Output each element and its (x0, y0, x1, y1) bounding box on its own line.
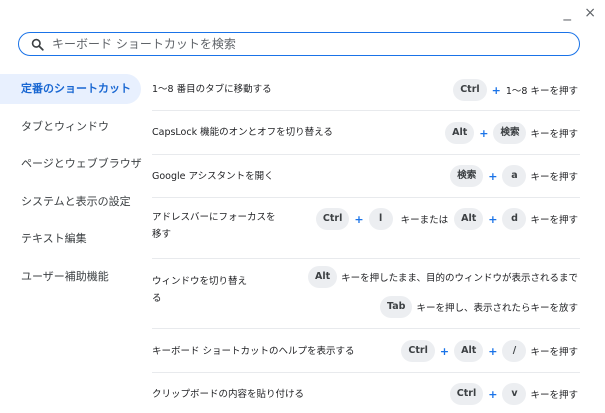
title-bar: _ × (535, 0, 605, 28)
key-alt: Alt (454, 208, 484, 230)
shortcut-description-line: アドレスバーにフォーカスを (152, 212, 276, 223)
key-search: 検索 (493, 122, 527, 144)
shortcut-description: CapsLock 機能のオンとオフを切り替える (152, 127, 333, 138)
shortcut-keys: Ctrl + l キーまたは Alt + d キーを押す (315, 208, 578, 230)
shortcut-keys: Alt キーを押したまま、目的のウィンドウが表示されるまで (308, 266, 578, 288)
key-l: l (368, 208, 393, 230)
plus-sign: + (354, 212, 364, 226)
shortcut-description-line: ウィンドウを切り替え (152, 276, 248, 287)
shortcut-row: キーボード ショートカットのヘルプを表示する Ctrl + Alt + / キー… (152, 329, 580, 373)
shortcut-keys: Ctrl + v キーを押す (449, 383, 578, 405)
sidebar-item-tabs-windows[interactable]: タブとウィンドウ (0, 112, 141, 142)
key-a: a (502, 165, 527, 187)
shortcut-keys: Alt + 検索 キーを押す (445, 122, 578, 144)
shortcut-description: クリップボードの内容を貼り付ける (152, 389, 305, 400)
shortcut-keys: Tab キーを押し、表示されたらキーを放す (380, 296, 578, 318)
shortcut-description-line: る (152, 293, 162, 304)
shortcut-row: 1〜8 番目のタブに移動する Ctrl + 1〜8 キーを押す (152, 70, 580, 111)
shortcut-text: キーまたは (400, 215, 449, 226)
shortcut-text: キーを押す (530, 172, 578, 183)
shortcut-text: キーを押す (530, 390, 578, 401)
close-button[interactable]: × (584, 5, 596, 21)
shortcut-row: アドレスバーにフォーカスを 移す Ctrl + l キーまたは Alt + d … (152, 198, 580, 259)
key-alt: Alt (308, 266, 338, 288)
shortcut-description: Google アシスタントを開く (152, 171, 274, 182)
key-search: 検索 (450, 165, 484, 187)
shortcut-description: 1〜8 番目のタブに移動する (152, 84, 272, 95)
shortcut-text: キーを押す (530, 215, 578, 226)
key-ctrl: Ctrl (401, 340, 435, 362)
shortcut-row: CapsLock 機能のオンとオフを切り替える Alt + 検索 キーを押す (152, 111, 580, 155)
search-box[interactable] (18, 32, 580, 56)
shortcut-description: アドレスバーにフォーカスを 移す (152, 209, 276, 243)
shortcut-text: キーを押し、表示されたらキーを放す (416, 303, 578, 314)
key-slash: / (502, 340, 527, 362)
shortcut-row: Google アシスタントを開く 検索 + a キーを押す (152, 155, 580, 198)
key-tab: Tab (380, 296, 413, 318)
key-ctrl: Ctrl (315, 208, 350, 230)
sidebar-item-text-editing[interactable]: テキスト編集 (0, 224, 141, 254)
shortcut-row: クリップボードの内容を貼り付ける Ctrl + v キーを押す (152, 373, 580, 413)
sidebar-item-page-browser[interactable]: ページとウェブブラウザ (0, 149, 142, 179)
plus-sign: + (479, 126, 489, 140)
key-alt: Alt (454, 340, 484, 362)
sidebar-item-popular[interactable]: 定番のショートカット (0, 74, 141, 104)
key-ctrl: Ctrl (453, 79, 487, 101)
shortcut-text: キーを押す (530, 129, 578, 140)
shortcut-description: キーボード ショートカットのヘルプを表示する (152, 346, 355, 357)
sidebar: 定番のショートカット タブとウィンドウ ページとウェブブラウザ システムと表示の… (0, 74, 142, 299)
shortcut-keys: Ctrl + Alt + / キーを押す (401, 340, 578, 362)
shortcut-text: キーを押したまま、目的のウィンドウが表示されるまで (341, 273, 578, 284)
shortcut-list: 1〜8 番目のタブに移動する Ctrl + 1〜8 キーを押す CapsLock… (152, 70, 580, 413)
plus-sign: + (439, 344, 450, 358)
key-d: d (502, 208, 527, 230)
shortcut-text: キーを押す (530, 347, 578, 358)
sidebar-item-system-display[interactable]: システムと表示の設定 (0, 187, 141, 217)
plus-sign: + (488, 169, 498, 183)
key-v: v (502, 383, 527, 405)
search-icon (31, 38, 44, 51)
plus-sign: + (488, 344, 498, 358)
shortcut-description-line: 移す (152, 229, 172, 240)
key-ctrl: Ctrl (449, 383, 484, 405)
search-input[interactable] (52, 37, 552, 51)
plus-sign: + (488, 387, 498, 401)
sidebar-item-accessibility[interactable]: ユーザー補助機能 (0, 262, 141, 292)
plus-sign: + (491, 83, 501, 97)
key-alt: Alt (445, 122, 475, 144)
minimize-button[interactable]: _ (564, 3, 572, 21)
plus-sign: + (488, 212, 498, 226)
shortcut-row: ウィンドウを切り替え る Alt キーを押したまま、目的のウィンドウが表示される… (152, 259, 580, 329)
shortcut-text: 1〜8 キーを押す (505, 86, 578, 97)
shortcut-keys: Ctrl + 1〜8 キーを押す (453, 79, 578, 101)
shortcut-keys: 検索 + a キーを押す (450, 165, 578, 187)
shortcut-description: ウィンドウを切り替え る (152, 273, 247, 307)
